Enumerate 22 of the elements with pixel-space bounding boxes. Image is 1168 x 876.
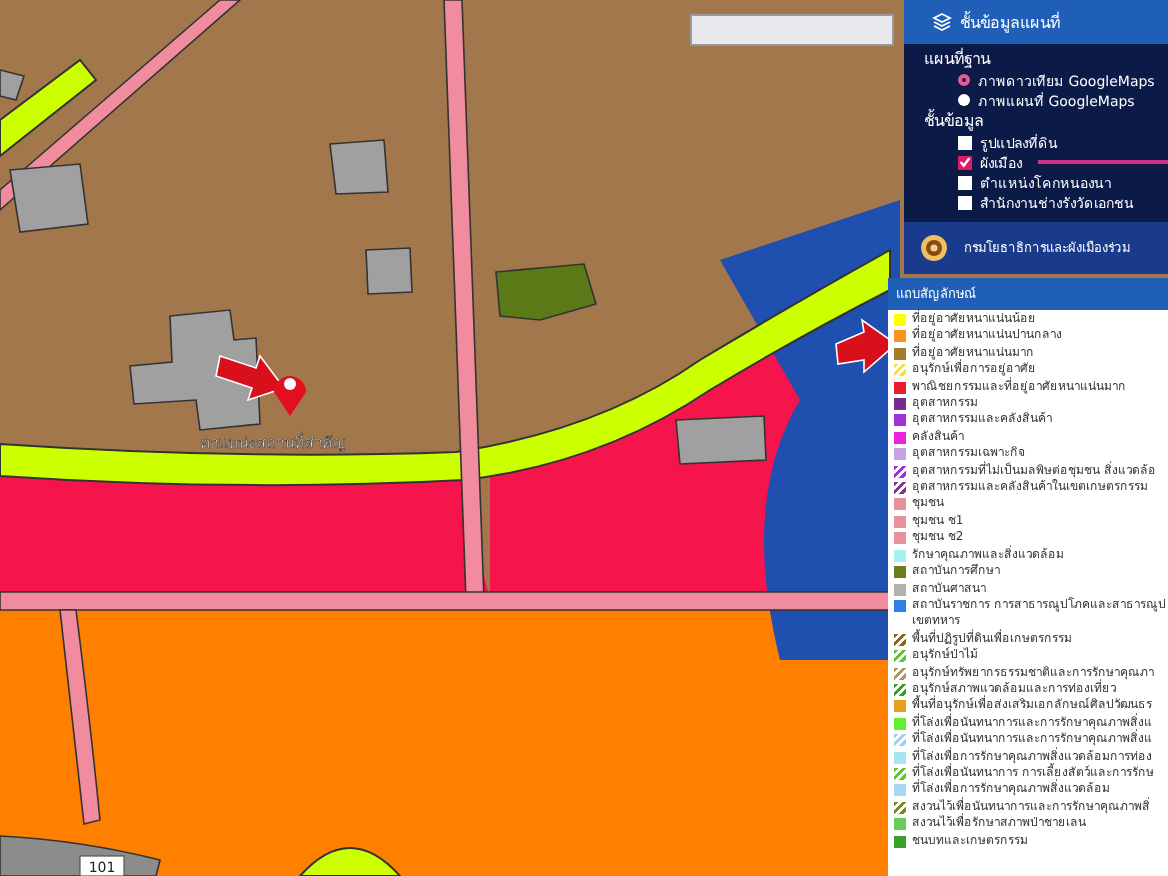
section-title: แผนที่ฐาน	[924, 48, 993, 70]
place-label: ตำแหน่งสถานที่สำคัญ	[200, 434, 346, 452]
field-plot-shape	[495, 263, 597, 321]
zone-strip	[299, 847, 401, 876]
radio-button[interactable]	[958, 74, 970, 86]
checkbox[interactable]	[958, 135, 972, 149]
building-shape	[329, 139, 389, 195]
building-shape	[0, 68, 26, 101]
emblem-icon	[920, 234, 948, 262]
map-pin-icon	[274, 376, 306, 416]
layers-icon	[932, 12, 952, 32]
radio-button[interactable]	[958, 94, 970, 106]
panel-title: ชั้นข้อมูลแผนที่	[960, 9, 1060, 35]
checkbox[interactable]	[958, 155, 972, 169]
building-shape	[675, 415, 767, 465]
building-shape	[9, 163, 89, 233]
building-shape	[129, 309, 261, 431]
search-field[interactable]	[690, 14, 894, 46]
checkbox[interactable]	[958, 175, 972, 189]
checkbox[interactable]	[958, 195, 972, 209]
building-shape	[365, 247, 413, 295]
section-title: ชั้นข้อมูล	[924, 110, 986, 132]
